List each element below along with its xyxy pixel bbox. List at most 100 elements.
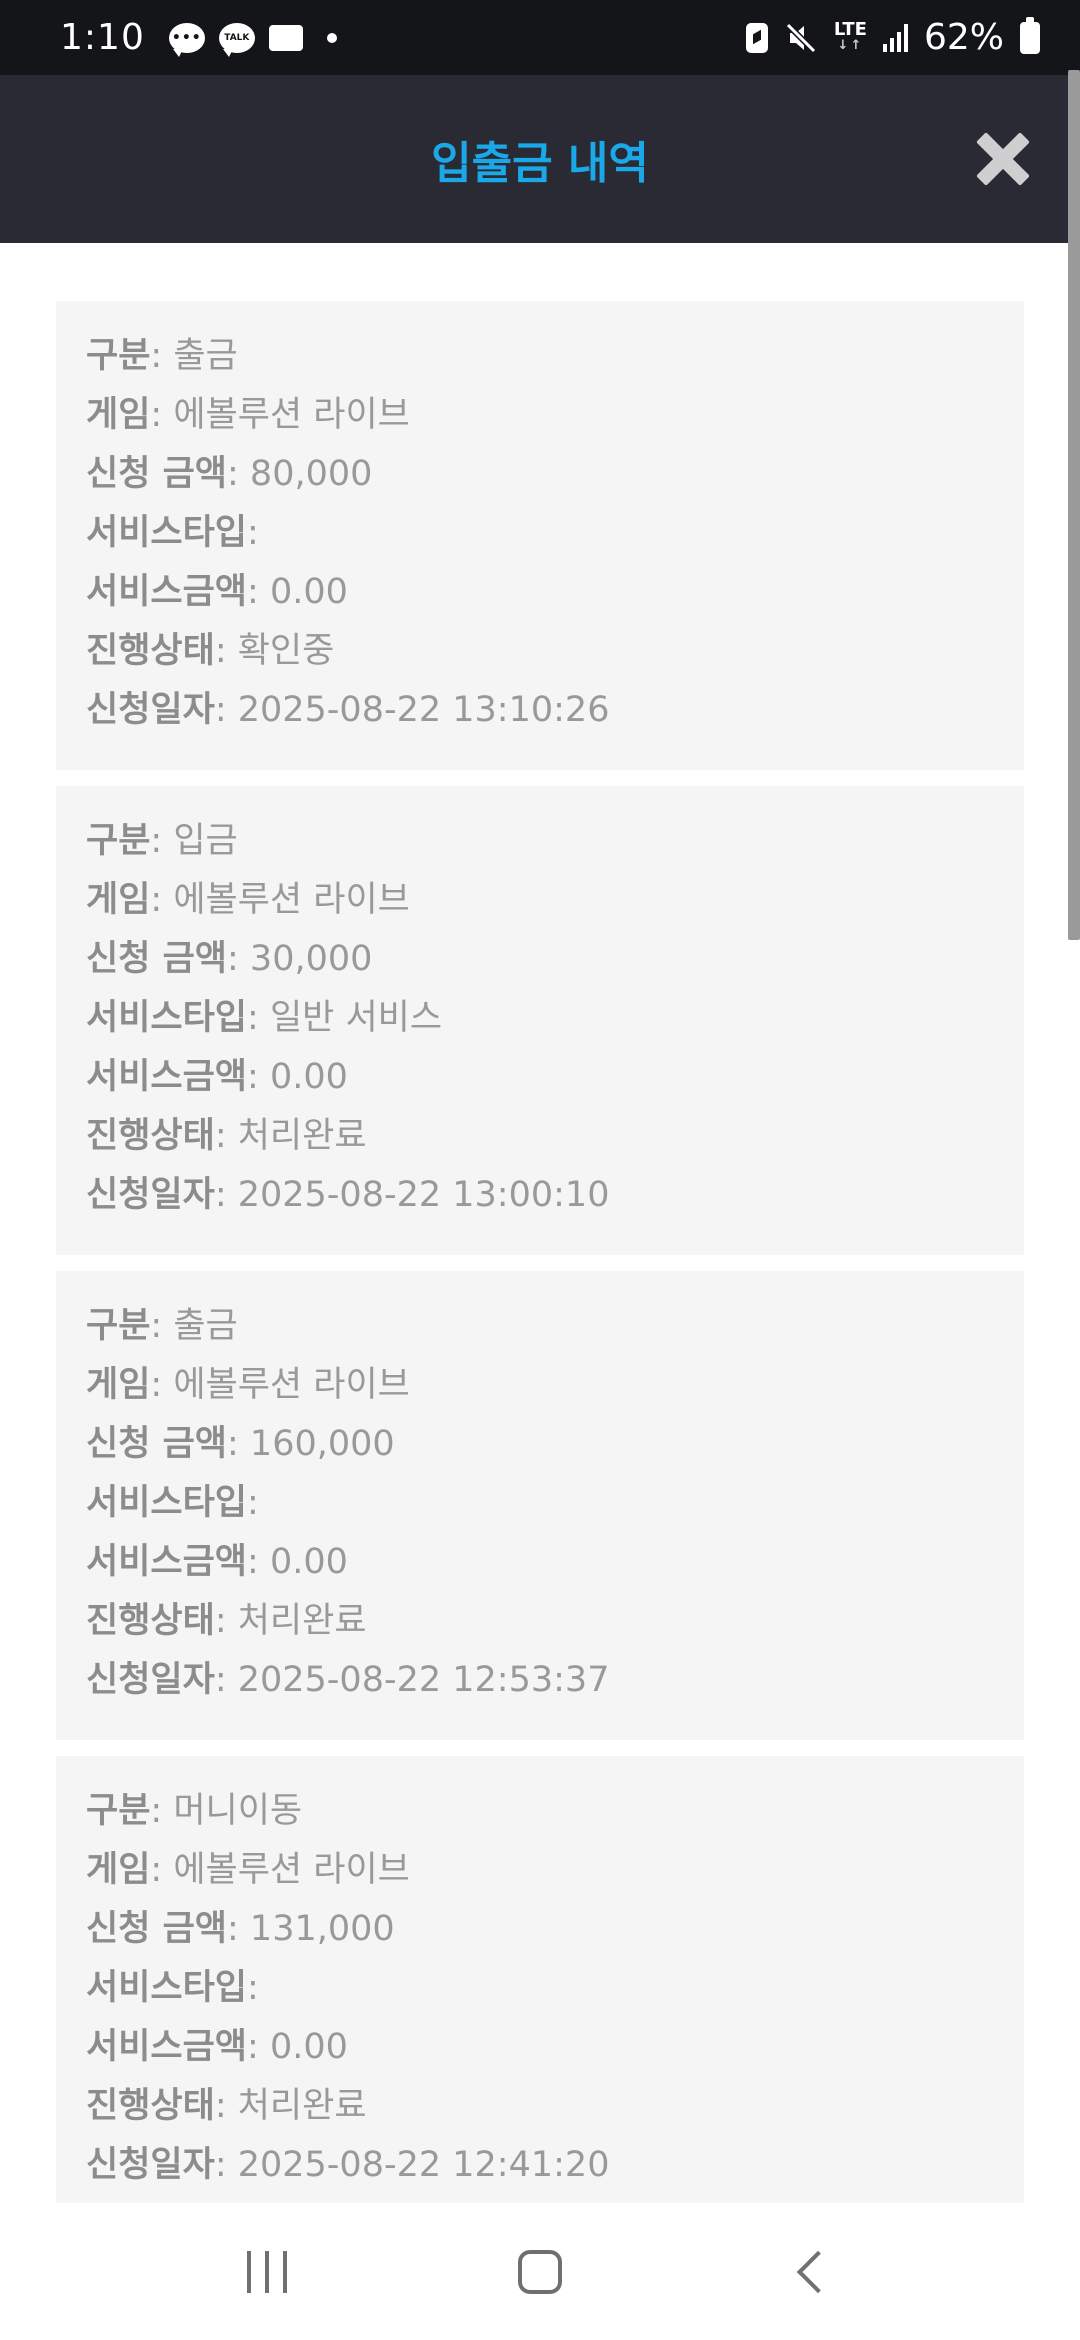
field-value: 2025-08-22 12:41:20 [237,2145,610,2185]
field-label: 신청 금액 [86,939,227,979]
field-separator: : [150,1850,174,1890]
battery-icon [1020,16,1040,54]
field-type: 구분: 입금 [86,812,994,871]
field-value: 입금 [173,821,238,861]
field-amount: 신청 금액: 131,000 [86,1900,994,1959]
back-button[interactable] [773,2232,853,2312]
field-value: 처리완료 [237,1601,367,1641]
field-label: 신청 금액 [86,1909,227,1949]
field-date: 신청일자: 2025-08-22 13:10:26 [86,681,994,740]
field-service-amount: 서비스금액: 0.00 [86,563,994,622]
page-title: 입출금 내역 [431,138,649,189]
field-separator: : [227,939,250,979]
field-label: 서비스타입 [86,1483,248,1523]
transaction-list[interactable]: 구분: 출금 게임: 에볼루션 라이브 신청 금액: 80,000 서비스타입: 서비… [0,243,1080,2203]
field-value: 에볼루션 라이브 [173,880,410,920]
field-value: 출금 [173,1306,238,1346]
field-value: 에볼루션 라이브 [173,1365,410,1405]
field-label: 신청 금액 [86,1424,227,1464]
system-status-icons: LTE ↓↑ 62% [745,16,1040,58]
field-separator: : [247,1057,270,1097]
field-label: 게임 [86,1365,151,1405]
recent-apps-button[interactable] [227,2232,307,2312]
close-icon[interactable] [978,134,1028,184]
field-separator: : [214,631,238,671]
transaction-card[interactable]: 구분: 출금 게임: 에볼루션 라이브 신청 금액: 80,000 서비스타입: 서비… [56,301,1024,770]
field-value: 160,000 [249,1424,395,1464]
mute-icon [785,22,817,53]
field-value: 일반 서비스 [269,998,443,1038]
field-separator: : [150,1306,174,1346]
field-separator: : [150,880,174,920]
field-separator: : [227,1909,250,1949]
field-game: 게임: 에볼루션 라이브 [86,1841,994,1900]
field-service-type: 서비스타입: [86,1959,994,2018]
field-game: 게임: 에볼루션 라이브 [86,386,994,445]
scrollbar[interactable] [1068,70,1080,940]
field-value: 131,000 [249,1909,395,1949]
field-separator: : [150,336,174,376]
navigation-bar [0,2204,1080,2340]
field-separator: : [247,572,270,612]
message-icon: ••• [168,22,205,57]
field-value: 0.00 [269,1542,348,1582]
field-label: 진행상태 [86,631,215,671]
home-button[interactable] [500,2232,580,2312]
field-service-amount: 서비스금액: 0.00 [86,1048,994,1107]
battery-saver-icon [745,22,768,53]
field-label: 구분 [86,821,151,861]
field-label: 신청일자 [86,1175,215,1215]
field-label: 게임 [86,880,151,920]
field-game: 게임: 에볼루션 라이브 [86,871,994,930]
field-label: 게임 [86,1850,151,1890]
field-label: 구분 [86,1306,151,1346]
field-separator: : [227,1424,250,1464]
field-label: 신청일자 [86,1660,215,1700]
field-date: 신청일자: 2025-08-22 13:00:10 [86,1166,994,1225]
field-separator: : [214,2145,238,2185]
field-value: 머니이동 [173,1791,303,1831]
transaction-card[interactable]: 구분: 머니이동 게임: 에볼루션 라이브 신청 금액: 131,000 서비스타입:… [56,1756,1024,2203]
field-date: 신청일자: 2025-08-22 12:53:37 [86,1651,994,1710]
field-status: 진행상태: 처리완료 [86,2077,994,2136]
field-label: 게임 [86,395,151,435]
field-type: 구분: 출금 [86,327,994,386]
field-label: 서비스금액 [86,2027,248,2067]
field-value: 처리완료 [237,2086,367,2126]
field-status: 진행상태: 처리완료 [86,1592,994,1651]
kakaotalk-icon: TALK [218,22,255,57]
transaction-card[interactable]: 구분: 입금 게임: 에볼루션 라이브 신청 금액: 30,000 서비스타입: 일반… [56,786,1024,1255]
battery-percent: 62% [923,17,1004,58]
field-service-amount: 서비스금액: 0.00 [86,1533,994,1592]
signal-icon [882,23,908,52]
transaction-card[interactable]: 구분: 출금게임: 에볼루션 라이브신청 금액: 160,000 서비스타입: 서… [56,1271,1024,1740]
field-label: 서비스금액 [86,1057,248,1097]
field-label: 신청 금액 [86,454,227,494]
field-separator: : [227,454,250,494]
field-value: 0.00 [269,2027,348,2067]
field-value: 처리완료 [237,1116,367,1156]
field-separator: : [247,1542,270,1582]
field-label: 서비스타입 [86,1968,248,2008]
field-separator: : [247,513,259,553]
field-service-type: 서비스타입: [86,504,994,563]
field-value: 0.00 [269,1057,348,1097]
field-value: 2025-08-22 13:10:26 [237,690,610,730]
field-value: 2025-08-22 12:53:37 [237,1660,610,1700]
field-label: 구분 [86,1791,151,1831]
status-bar: 1:10 ••• TALK LTE ↓↑ 62% [0,0,1080,75]
field-label: 구분 [86,336,151,376]
field-separator: : [247,998,270,1038]
field-separator: : [214,1116,238,1156]
field-type: 구분: 출금 [86,1297,994,1356]
field-separator: : [150,395,174,435]
field-value: 80,000 [249,454,373,494]
field-amount: 신청 금액: 80,000 [86,445,994,504]
field-label: 진행상태 [86,2086,215,2126]
field-separator: : [214,1175,238,1215]
field-status: 진행상태: 처리완료 [86,1107,994,1166]
back-icon [797,2250,840,2294]
field-label: 서비스타입 [86,998,248,1038]
field-service-amount: 서비스금액: 0.00 [86,2018,994,2077]
field-status: 진행상태: 확인중 [86,622,994,681]
